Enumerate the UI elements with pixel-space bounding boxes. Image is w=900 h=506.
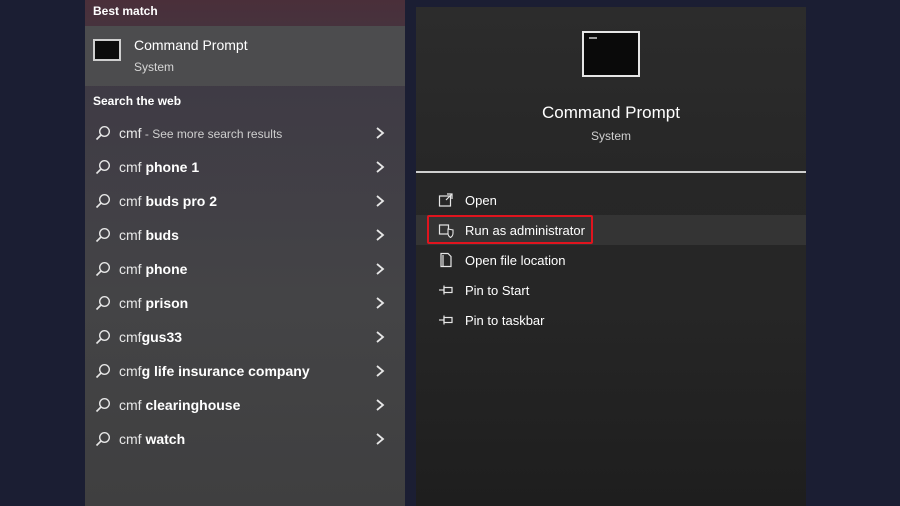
web-result-label: cmf clearinghouse: [119, 397, 241, 413]
highlight-box: [427, 215, 593, 244]
desktop-background-left: [0, 0, 85, 506]
web-result-5[interactable]: cmf prison: [85, 286, 405, 320]
web-result-label: cmf prison: [119, 295, 189, 311]
search-icon: [95, 159, 111, 175]
chevron-right-icon: [376, 229, 385, 241]
action-pin-to-taskbar[interactable]: Pin to taskbar: [416, 305, 806, 335]
search-web-heading: Search the web: [93, 94, 182, 108]
chevron-right-icon: [376, 195, 385, 207]
command-prompt-icon: [93, 39, 121, 61]
search-icon: [95, 261, 111, 277]
web-result-label: cmf phone: [119, 261, 188, 277]
search-icon: [95, 125, 111, 141]
chevron-right-icon: [376, 365, 385, 377]
best-match-heading: Best match: [93, 4, 158, 18]
search-icon: [95, 397, 111, 413]
best-match-title: Command Prompt: [134, 37, 248, 53]
chevron-right-icon: [376, 161, 385, 173]
chevron-right-icon: [376, 331, 385, 343]
web-result-label: cmf phone 1: [119, 159, 200, 175]
best-match-subtitle: System: [134, 60, 175, 74]
web-result-7[interactable]: cmfg life insurance company: [85, 354, 405, 388]
chevron-right-icon: [376, 263, 385, 275]
action-label: Open: [465, 193, 497, 208]
web-result-label: cmfgus33: [119, 329, 183, 345]
web-result-8[interactable]: cmf clearinghouse: [85, 388, 405, 422]
action-pin-to-start[interactable]: Pin to Start: [416, 275, 806, 305]
search-icon: [95, 363, 111, 379]
web-result-6[interactable]: cmfgus33: [85, 320, 405, 354]
chevron-right-icon: [376, 127, 385, 139]
chevron-right-icon: [376, 297, 385, 309]
web-result-label: cmf buds pro 2: [119, 193, 218, 209]
action-label: Pin to Start: [465, 283, 530, 298]
action-label: Pin to taskbar: [465, 313, 545, 328]
pin-icon: [439, 315, 453, 325]
action-open-file-location[interactable]: Open file location: [416, 245, 806, 275]
search-icon: [95, 193, 111, 209]
command-prompt-large-icon: [582, 31, 640, 77]
web-result-label: cmf - See more search results: [119, 125, 283, 141]
divider: [416, 171, 806, 173]
web-result-3[interactable]: cmf buds: [85, 218, 405, 252]
open-icon: [438, 193, 453, 207]
search-icon: [95, 227, 111, 243]
search-icon: [95, 295, 111, 311]
web-result-label: cmf buds: [119, 227, 179, 243]
file-location-icon: [440, 252, 452, 268]
action-label: Open file location: [465, 253, 566, 268]
web-result-label: cmfg life insurance company: [119, 363, 310, 379]
search-results-panel: Best match Command Prompt System Search …: [85, 0, 405, 506]
chevron-right-icon: [376, 399, 385, 411]
search-icon: [95, 431, 111, 447]
search-icon: [95, 329, 111, 345]
best-match-command-prompt[interactable]: Command Prompt System: [85, 26, 405, 86]
web-result-label: cmf watch: [119, 431, 186, 447]
detail-subtitle: System: [590, 129, 631, 143]
detail-title: Command Prompt: [542, 103, 680, 122]
web-result-4[interactable]: cmf phone: [85, 252, 405, 286]
web-result-0[interactable]: cmf - See more search results: [85, 116, 405, 150]
app-detail-panel: Command Prompt System Open Run as admini…: [416, 7, 806, 506]
desktop-background-right: [815, 0, 900, 506]
pin-icon: [439, 285, 453, 295]
web-result-2[interactable]: cmf buds pro 2: [85, 184, 405, 218]
action-open[interactable]: Open: [416, 185, 806, 215]
web-result-9[interactable]: cmf watch: [85, 422, 405, 456]
chevron-right-icon: [376, 433, 385, 445]
web-result-1[interactable]: cmf phone 1: [85, 150, 405, 184]
